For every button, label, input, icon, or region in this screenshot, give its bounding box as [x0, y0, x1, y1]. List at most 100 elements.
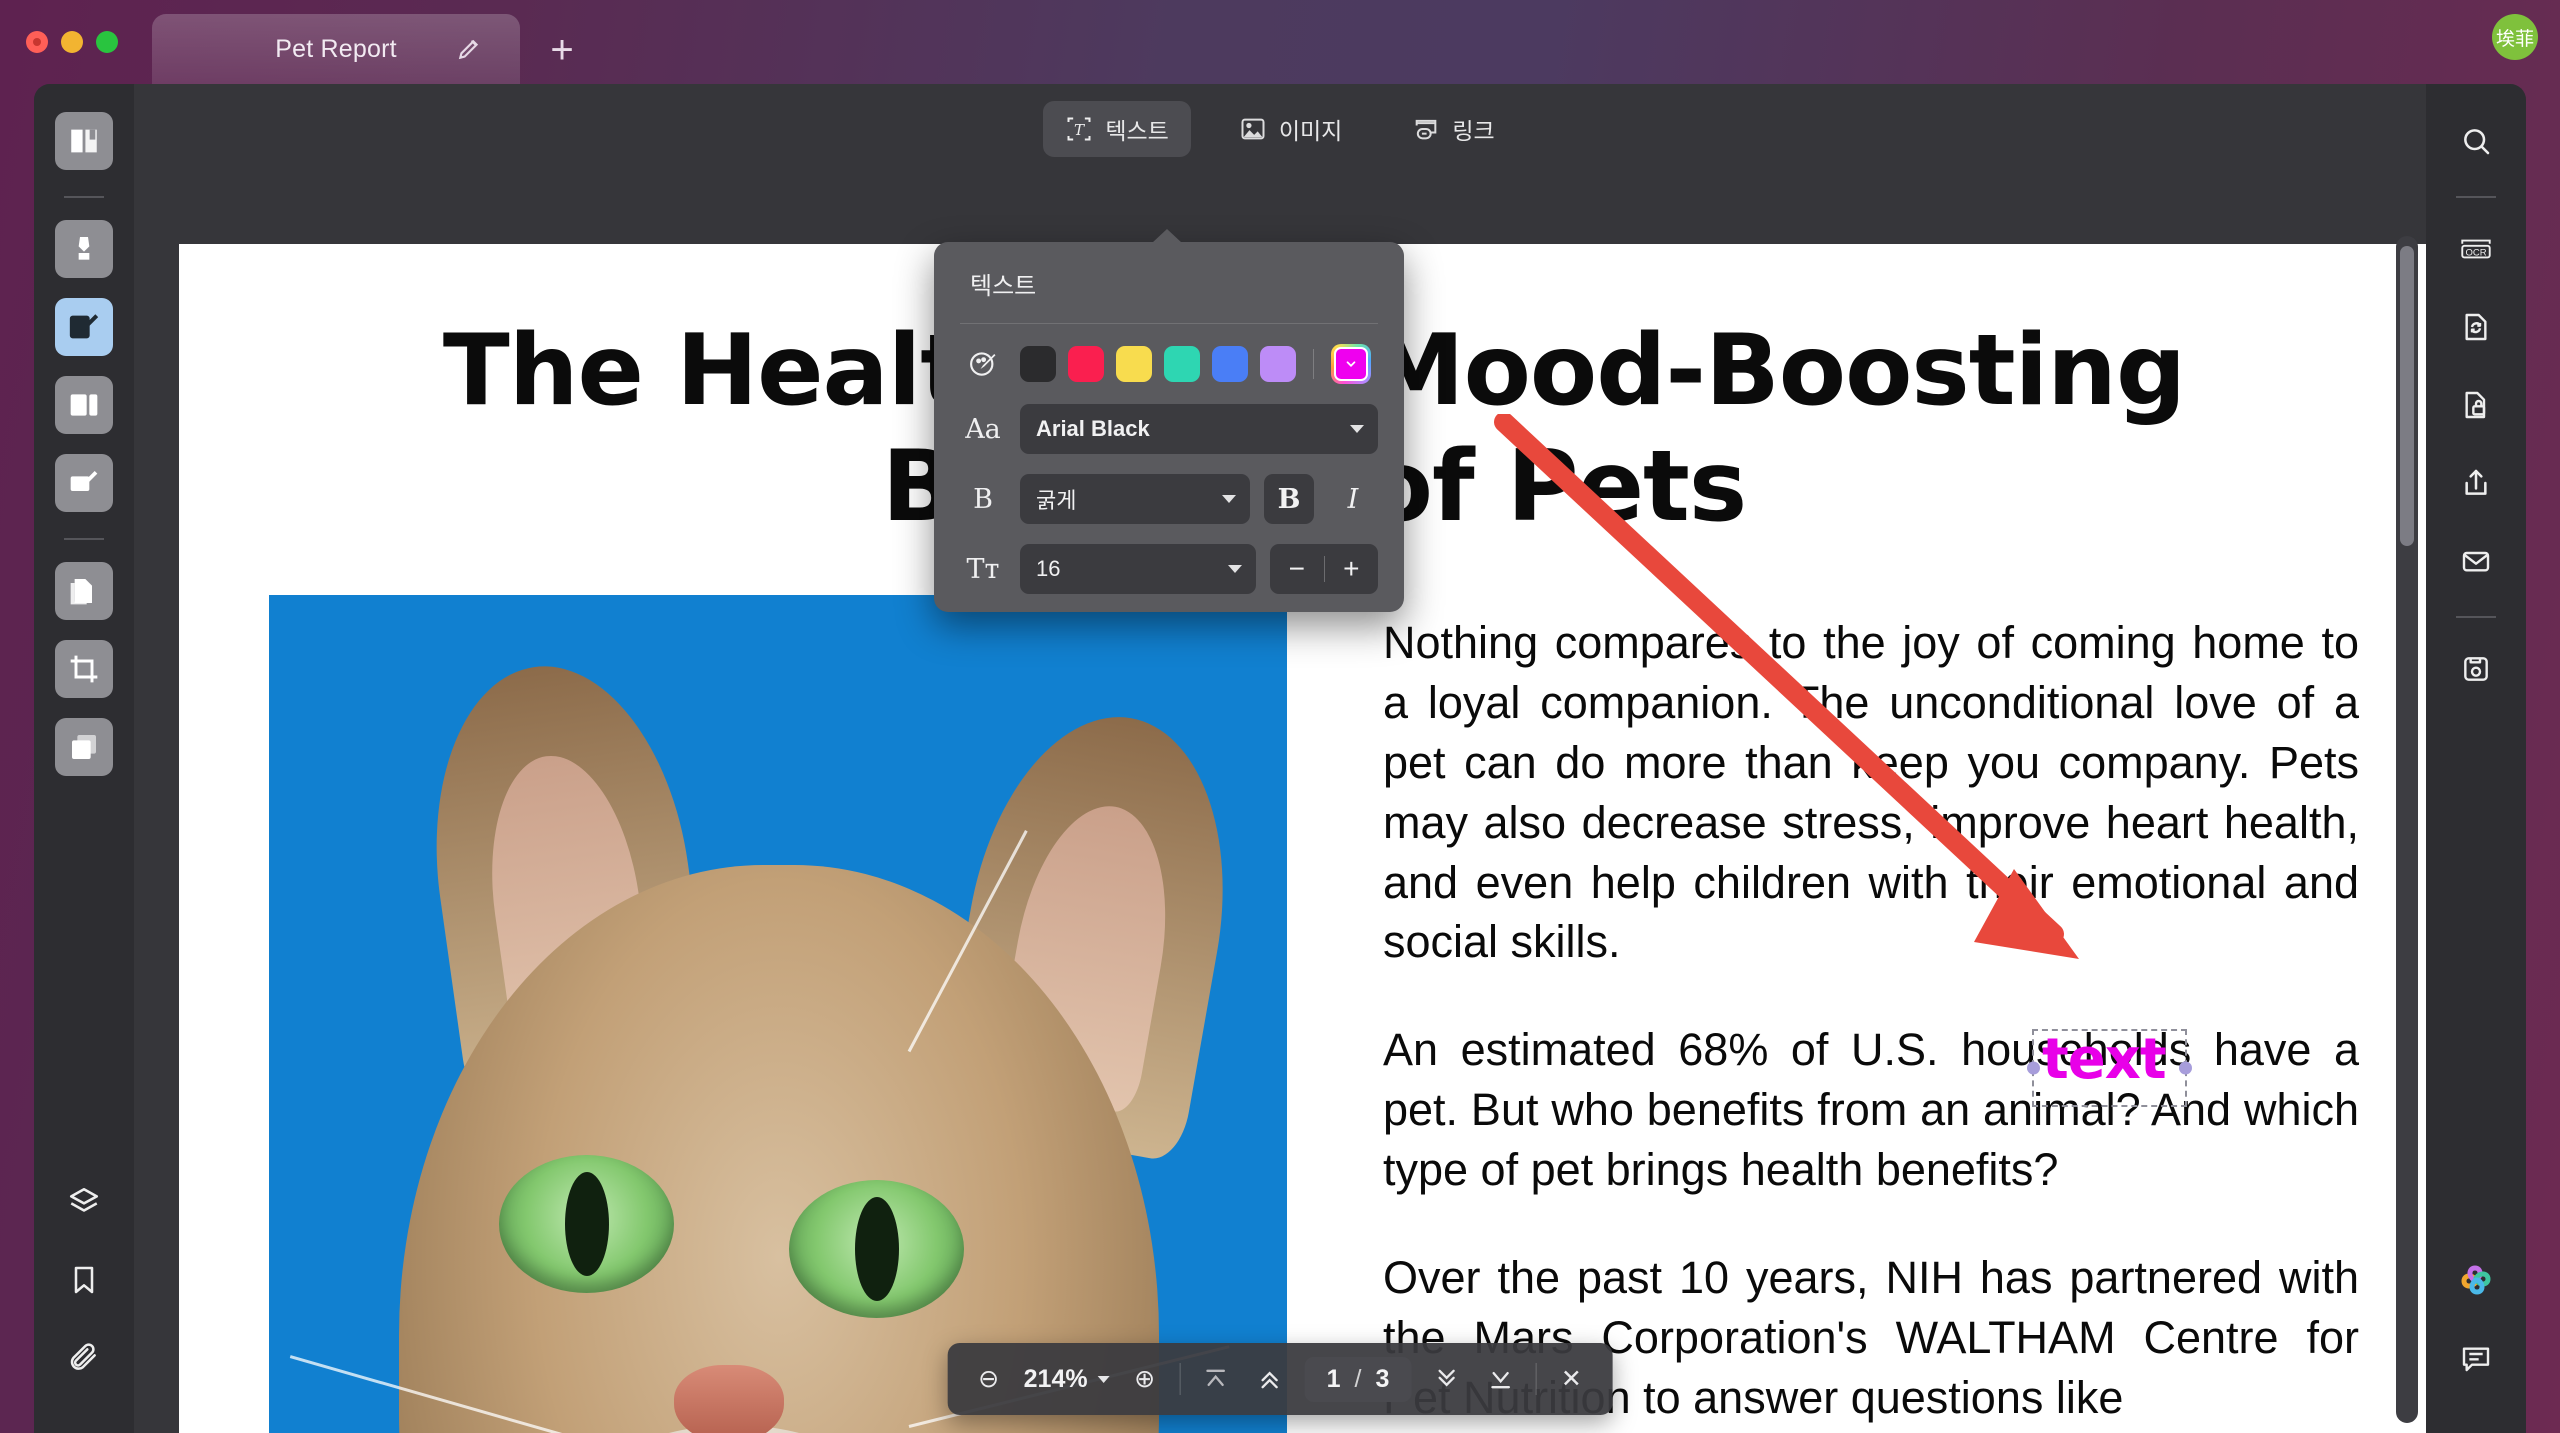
zoom-in-button[interactable]: ⊕ — [1126, 1357, 1164, 1401]
user-avatar[interactable]: 埃菲 — [2492, 14, 2538, 60]
svg-text:OCR: OCR — [2465, 247, 2486, 258]
sidebar-item-crop[interactable] — [55, 640, 113, 698]
image-icon — [1241, 118, 1265, 140]
color-row — [934, 344, 1404, 384]
selected-text-object[interactable]: text — [2027, 1027, 2192, 1107]
toolbar-divider-2 — [1535, 1363, 1537, 1395]
font-size-increase-button[interactable]: + — [1325, 555, 1379, 583]
font-size-stepper: − + — [1270, 544, 1378, 594]
ocr-icon[interactable]: OCR — [2447, 220, 2505, 278]
popup-divider — [960, 323, 1378, 324]
left-tool-rail — [34, 84, 134, 1433]
right-tool-rail: OCR — [2426, 84, 2526, 1433]
text-format-popup: 텍스트 Aa Arial Black B 굵게 B I Tт 16 − + — [934, 229, 1404, 612]
total-pages-value: 3 — [1375, 1364, 1390, 1393]
text-popup-title: 텍스트 — [970, 273, 1037, 300]
tab-link[interactable]: 링크 — [1390, 101, 1516, 157]
chevron-down-icon — [1350, 425, 1364, 433]
envelope-icon[interactable] — [2447, 532, 2505, 590]
page-image-column — [269, 595, 1287, 1433]
resize-handle-right[interactable] — [2179, 1061, 2192, 1075]
zoom-level-dropdown[interactable]: 214% — [1024, 1365, 1110, 1394]
page-separator: / — [1354, 1364, 1362, 1393]
font-size-select[interactable]: 16 — [1020, 544, 1256, 594]
sidebar-item-extract[interactable] — [55, 562, 113, 620]
tab-text-label: 텍스트 — [1105, 118, 1169, 144]
new-tab-button[interactable]: + — [542, 30, 582, 70]
font-weight-select[interactable]: 굵게 — [1020, 474, 1250, 524]
rename-tab-pencil-icon[interactable] — [456, 36, 482, 62]
sidebar-item-attachment[interactable] — [55, 1329, 113, 1387]
zoom-out-button[interactable]: ⊖ — [970, 1357, 1008, 1401]
sidebar-item-organize-pages[interactable] — [55, 376, 113, 434]
bold-toggle-button[interactable]: B — [1264, 474, 1314, 524]
color-swatch-black[interactable] — [1020, 346, 1056, 382]
next-page-button[interactable] — [1427, 1357, 1465, 1401]
color-swatch-purple[interactable] — [1260, 346, 1296, 382]
document-tab[interactable]: Pet Report — [152, 14, 520, 84]
current-page-value: 1 — [1326, 1364, 1341, 1393]
font-size-icon: Tт — [966, 553, 1000, 585]
window-controls — [26, 31, 118, 53]
font-family-icon: Aa — [965, 413, 1001, 445]
chevron-down-icon — [1222, 495, 1236, 503]
scrollbar-thumb[interactable] — [2400, 246, 2414, 546]
color-swatch-teal[interactable] — [1164, 346, 1200, 382]
close-toolbar-button[interactable]: ✕ — [1552, 1357, 1590, 1401]
rail-divider-1 — [64, 196, 104, 198]
close-window-button[interactable] — [26, 31, 48, 53]
font-weight-icon: B — [973, 483, 993, 515]
sidebar-item-layers[interactable] — [55, 1173, 113, 1231]
share-upload-icon[interactable] — [2447, 454, 2505, 512]
font-size-row: Tт 16 − + — [934, 544, 1404, 594]
color-palette-icon — [960, 349, 1006, 379]
lock-document-icon[interactable] — [2447, 376, 2505, 434]
page-indicator[interactable]: 1 / 3 — [1304, 1356, 1412, 1402]
zoom-page-toolbar: ⊖ 214% ⊕ 1 / 3 ✕ — [947, 1343, 1613, 1415]
resize-handle-left[interactable] — [2027, 1061, 2040, 1075]
text-box-icon: T — [1067, 117, 1091, 141]
chevron-down-icon — [1228, 565, 1242, 573]
cat-photo[interactable] — [269, 595, 1287, 1433]
first-page-button[interactable] — [1197, 1357, 1235, 1401]
italic-toggle-button[interactable]: I — [1328, 474, 1378, 524]
comment-bubble-icon[interactable] — [2447, 1329, 2505, 1387]
color-swatch-red[interactable] — [1068, 346, 1104, 382]
tab-text[interactable]: T 텍스트 — [1043, 101, 1191, 157]
sidebar-item-highlight[interactable] — [55, 220, 113, 278]
sidebar-item-bookmark[interactable] — [55, 1251, 113, 1309]
tab-image[interactable]: 이미지 — [1217, 101, 1364, 157]
font-family-select[interactable]: Arial Black — [1020, 404, 1378, 454]
tool-tabs: T 텍스트 이미지 링크 — [34, 84, 2526, 174]
right-rail-divider-1 — [2456, 196, 2496, 198]
font-size-value: 16 — [1036, 556, 1061, 581]
paragraph-1[interactable]: Nothing compares to the joy of coming ho… — [1383, 613, 2359, 972]
title-bar: Pet Report + 埃菲 — [0, 0, 2560, 84]
tab-image-label: 이미지 — [1278, 118, 1343, 144]
font-size-decrease-button[interactable]: − — [1270, 555, 1324, 583]
prev-page-button[interactable] — [1251, 1357, 1289, 1401]
color-swatch-blue[interactable] — [1212, 346, 1248, 382]
floppy-save-icon[interactable] — [2447, 640, 2505, 698]
sidebar-item-watermark[interactable] — [55, 718, 113, 776]
last-page-button[interactable] — [1481, 1357, 1519, 1401]
sidebar-item-sign[interactable] — [55, 454, 113, 512]
rail-divider-2 — [64, 538, 104, 540]
selected-text-label: text — [2042, 1027, 2167, 1092]
ai-clover-icon[interactable] — [2447, 1251, 2505, 1309]
app-body: OCR The Healthy Mood-Boosting of Pets No… — [34, 84, 2526, 1433]
zoom-level-value: 214% — [1023, 1364, 1088, 1393]
right-rail-divider-2 — [2456, 616, 2496, 618]
custom-color-picker[interactable] — [1331, 344, 1371, 384]
sidebar-item-edit-text[interactable] — [55, 298, 113, 356]
maximize-window-button[interactable] — [96, 31, 118, 53]
paragraph-2[interactable]: An estimated 68% of U.S. households have… — [1383, 1020, 2359, 1200]
color-swatch-yellow[interactable] — [1116, 346, 1152, 382]
font-weight-value: 굵게 — [1036, 488, 1077, 513]
convert-file-icon[interactable] — [2447, 298, 2505, 356]
vertical-scrollbar[interactable] — [2396, 236, 2418, 1423]
minimize-window-button[interactable] — [61, 31, 83, 53]
color-swatches — [1020, 344, 1371, 384]
svg-text:T: T — [1074, 121, 1086, 139]
tab-link-label: 링크 — [1452, 118, 1495, 144]
